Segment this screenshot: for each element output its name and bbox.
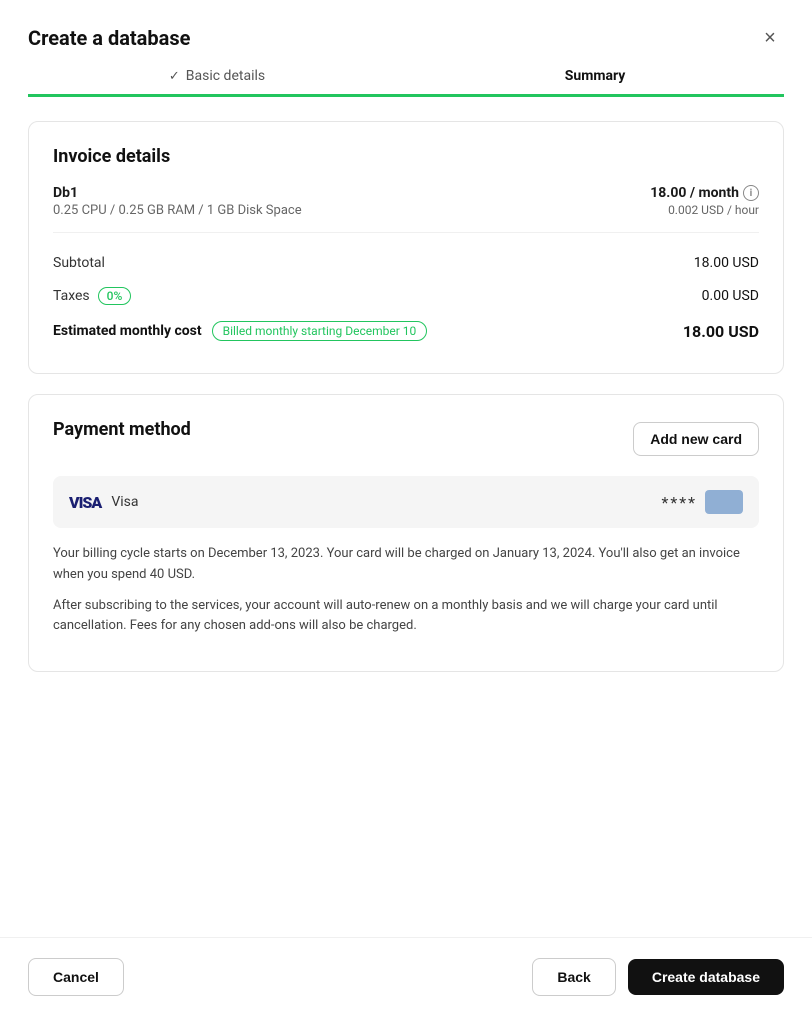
visa-left: VISA Visa bbox=[69, 493, 139, 512]
create-database-dialog: Create a database × ✓ Basic details Summ… bbox=[0, 0, 812, 1024]
visa-card-row[interactable]: VISA Visa **** bbox=[53, 476, 759, 528]
billing-badge: Billed monthly starting December 10 bbox=[212, 321, 428, 341]
step-basic-details-label: Basic details bbox=[186, 68, 265, 84]
cancel-button[interactable]: Cancel bbox=[28, 958, 124, 996]
billing-note-1: Your billing cycle starts on December 13… bbox=[53, 544, 759, 586]
invoice-db-row: Db1 0.25 CPU / 0.25 GB RAM / 1 GB Disk S… bbox=[53, 185, 759, 233]
close-button[interactable]: × bbox=[756, 24, 784, 52]
tax-badge: 0% bbox=[98, 287, 132, 305]
invoice-db-left: Db1 0.25 CPU / 0.25 GB RAM / 1 GB Disk S… bbox=[53, 185, 302, 218]
estimated-label: Estimated monthly cost Billed monthly st… bbox=[53, 321, 427, 341]
subtotal-label: Subtotal bbox=[53, 255, 105, 271]
steps-container: ✓ Basic details Summary bbox=[0, 68, 812, 84]
invoice-db-right: 18.00 / month i 0.002 USD / hour bbox=[650, 185, 759, 217]
dialog-title: Create a database bbox=[28, 26, 190, 50]
step-summary-label: Summary bbox=[565, 68, 626, 84]
db-specs: 0.25 CPU / 0.25 GB RAM / 1 GB Disk Space bbox=[53, 203, 302, 218]
taxes-row: Taxes 0% 0.00 USD bbox=[53, 279, 759, 313]
subtotal-value: 18.00 USD bbox=[694, 255, 759, 271]
subtotal-row: Subtotal 18.00 USD bbox=[53, 247, 759, 279]
taxes-value: 0.00 USD bbox=[702, 288, 759, 304]
estimated-cost-row: Estimated monthly cost Billed monthly st… bbox=[53, 313, 759, 349]
payment-header: Payment method Add new card bbox=[53, 419, 759, 458]
billing-note-2: After subscribing to the services, your … bbox=[53, 596, 759, 638]
visa-logo: VISA bbox=[69, 493, 101, 512]
db-name: Db1 bbox=[53, 185, 302, 201]
taxes-label: Taxes 0% bbox=[53, 287, 131, 305]
invoice-card: Invoice details Db1 0.25 CPU / 0.25 GB R… bbox=[28, 121, 784, 374]
progress-bar-fill bbox=[28, 94, 784, 97]
main-content: Invoice details Db1 0.25 CPU / 0.25 GB R… bbox=[0, 97, 812, 937]
add-new-card-button[interactable]: Add new card bbox=[633, 422, 759, 456]
info-icon[interactable]: i bbox=[743, 185, 759, 201]
card-dots: **** bbox=[661, 493, 697, 512]
dialog-header: Create a database × bbox=[0, 0, 812, 68]
visa-right: **** bbox=[661, 490, 743, 514]
payment-card: Payment method Add new card VISA Visa **… bbox=[28, 394, 784, 672]
step-summary: Summary bbox=[406, 68, 784, 84]
steps: ✓ Basic details Summary bbox=[28, 68, 784, 84]
footer-right: Back Create database bbox=[532, 958, 784, 996]
payment-section-title: Payment method bbox=[53, 419, 191, 440]
back-button[interactable]: Back bbox=[532, 958, 615, 996]
dialog-footer: Cancel Back Create database bbox=[0, 937, 812, 1024]
progress-bar bbox=[28, 94, 784, 97]
invoice-section-title: Invoice details bbox=[53, 146, 759, 167]
step-basic-details: ✓ Basic details bbox=[28, 68, 406, 84]
create-database-button[interactable]: Create database bbox=[628, 959, 784, 995]
visa-label: Visa bbox=[111, 494, 138, 510]
card-last-digits bbox=[705, 490, 743, 514]
price-per-hour: 0.002 USD / hour bbox=[650, 203, 759, 217]
price-per-month: 18.00 / month i bbox=[650, 185, 759, 201]
estimated-value: 18.00 USD bbox=[683, 322, 759, 341]
step-check-icon: ✓ bbox=[169, 69, 180, 84]
